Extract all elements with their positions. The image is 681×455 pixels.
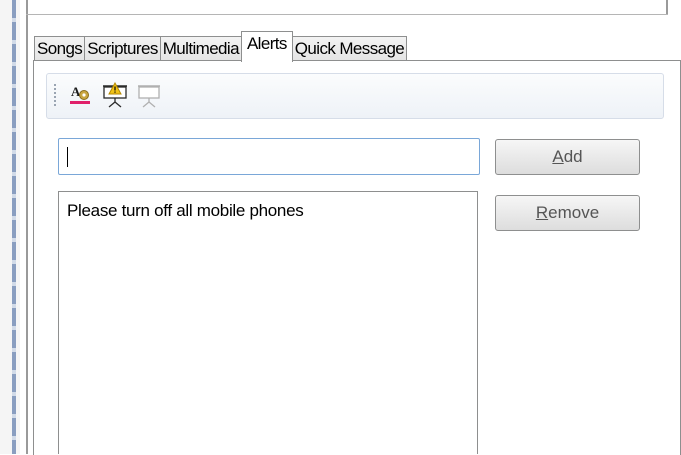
tab-songs[interactable]: Songs: [34, 36, 86, 61]
add-button-label: dd: [563, 147, 583, 166]
window-border-top: [26, 14, 668, 15]
alerts-toolbar: A: [46, 73, 664, 119]
remove-button-label: emove: [548, 203, 600, 222]
tab-quick-message[interactable]: Quick Message: [291, 36, 408, 61]
remove-button[interactable]: Remove: [495, 195, 640, 231]
tab-alerts[interactable]: Alerts: [240, 31, 293, 62]
dock-edge: [0, 0, 20, 454]
tab-bar: Songs Scriptures Multimedia Alerts Quick…: [34, 31, 408, 62]
window-border-left: [26, 0, 28, 454]
projector-alert-icon[interactable]: [102, 81, 128, 108]
toolbar-grip[interactable]: [54, 84, 56, 106]
text-cursor: [67, 147, 68, 167]
projector-off-icon[interactable]: [136, 82, 162, 108]
window-border-right: [666, 0, 668, 14]
dock-grip[interactable]: [12, 0, 16, 454]
alerts-list[interactable]: Please turn off all mobile phones: [58, 191, 478, 454]
font-settings-icon[interactable]: A: [67, 82, 93, 108]
add-button-mnemonic: A: [552, 147, 564, 166]
tab-scriptures[interactable]: Scriptures: [84, 36, 161, 61]
list-item[interactable]: Please turn off all mobile phones: [67, 200, 477, 222]
alert-text-input[interactable]: [58, 138, 480, 175]
remove-button-mnemonic: R: [535, 203, 549, 222]
add-button[interactable]: Add: [495, 139, 640, 175]
tab-multimedia[interactable]: Multimedia: [159, 36, 242, 61]
